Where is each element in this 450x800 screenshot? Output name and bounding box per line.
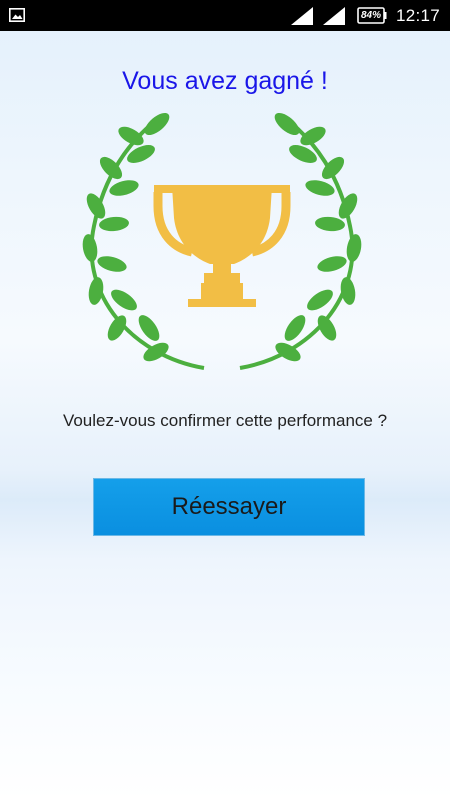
gallery-icon xyxy=(9,8,25,22)
status-clock: 12:17 xyxy=(396,6,441,25)
retry-button[interactable]: Réessayer xyxy=(93,478,365,536)
win-title: Vous avez gagné ! xyxy=(122,67,328,95)
battery-level-text: 84% xyxy=(360,10,381,21)
app-screen: 84% 12:17 Vous avez gagné ! Voulez-vous … xyxy=(0,0,450,800)
trophy-illustration xyxy=(82,112,362,370)
status-bar: 84% 12:17 xyxy=(0,0,450,31)
trophy-icon xyxy=(153,185,291,307)
signal-icon xyxy=(291,7,313,25)
signal-icon xyxy=(323,7,345,25)
confirm-question: Voulez-vous confirmer cette performance … xyxy=(62,411,388,430)
